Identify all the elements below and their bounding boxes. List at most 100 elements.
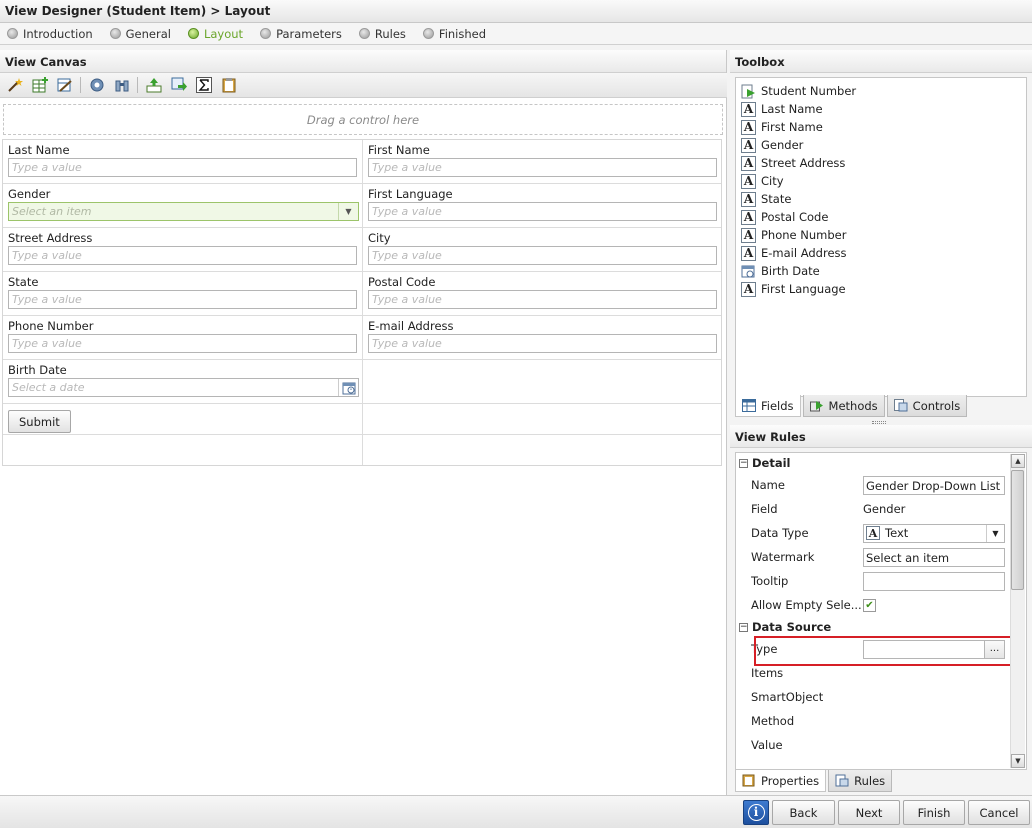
chevron-down-icon[interactable]: ▼ [338,203,358,220]
toolbox-item-first-language[interactable]: A First Language [736,280,1026,298]
settings-gear-icon[interactable] [87,76,106,95]
prop-row-value: Value [736,733,1026,757]
autonumber-icon [741,84,756,99]
info-icon: i [747,804,765,821]
table-cell[interactable] [362,404,721,434]
allow-empty-checkbox[interactable]: ✔ [863,598,876,612]
prop-row-name: Name Gender Drop-Down List [736,473,1026,497]
toolbox-item-label: First Name [761,120,823,134]
table-cell[interactable]: First Language Type a value [362,184,721,227]
table-cell[interactable]: City Type a value [362,228,721,271]
property-grid-scrollbar[interactable]: ▲ ▼ [1010,454,1025,768]
methods-icon [809,401,823,412]
toolbox-item-last-name[interactable]: A Last Name [736,100,1026,118]
table-cell[interactable]: E-mail Address Type a value [362,316,721,359]
info-button[interactable]: i [743,800,769,825]
step-introduction[interactable]: Introduction [7,27,93,41]
birth-date-label: Birth Date [8,363,67,377]
toolbox-item-birth-date[interactable]: Birth Date [736,262,1026,280]
email-address-textbox[interactable]: Type a value [368,334,717,353]
scroll-down-icon[interactable]: ▼ [1011,754,1025,768]
table-cell[interactable]: Postal Code Type a value [362,272,721,315]
scrollbar-thumb[interactable] [1011,470,1024,590]
tab-rules[interactable]: Rules [828,770,893,792]
watermark-input[interactable]: Select an item [863,547,1005,567]
prop-row-watermark: Watermark Select an item [736,545,1026,569]
table-cell[interactable]: Phone Number Type a value [3,316,362,359]
property-grid: − Detail Name Gender Drop-Down List Fiel… [735,452,1027,770]
postal-code-textbox[interactable]: Type a value [368,290,717,309]
toolbox-item-student-number[interactable]: Student Number [736,82,1026,100]
table-cell[interactable]: State Type a value [3,272,362,315]
city-textbox[interactable]: Type a value [368,246,717,265]
table-cell[interactable] [362,435,721,465]
data-source-section-header[interactable]: − Data Source [736,617,1026,637]
move-up-icon[interactable] [144,76,163,95]
collapse-icon[interactable]: − [739,458,748,468]
table-cell[interactable]: Gender Select an item ▼ [3,184,362,227]
step-parameters[interactable]: Parameters [260,27,342,41]
tab-fields[interactable]: Fields [735,395,801,417]
tooltip-input[interactable] [863,571,1005,591]
toolbox-tabs: Fields Methods Controls [735,394,1027,417]
tab-methods[interactable]: Methods [802,395,885,417]
table-cell[interactable]: Birth Date Select a date [3,360,362,403]
state-textbox[interactable]: Type a value [8,290,357,309]
table-cell[interactable]: First Name Type a value [362,140,721,183]
sigma-icon[interactable] [194,76,213,95]
step-rules[interactable]: Rules [358,27,406,41]
table-cell[interactable] [3,435,362,465]
text-field-icon: A [741,119,756,135]
toolbox-item-street-address[interactable]: A Street Address [736,154,1026,172]
table-cell[interactable]: Last Name Type a value [3,140,362,183]
birth-date-picker[interactable]: Select a date [8,378,359,397]
cancel-button[interactable]: Cancel [968,800,1030,825]
toolbox-item-phone-number[interactable]: A Phone Number [736,226,1026,244]
data-type-dropdown[interactable]: A Text ▼ [863,523,1005,543]
clipboard-icon[interactable] [219,76,238,95]
finish-button[interactable]: Finish [903,800,965,825]
step-general[interactable]: General [109,27,171,41]
toolbox-item-gender[interactable]: A Gender [736,136,1026,154]
street-address-textbox[interactable]: Type a value [8,246,357,265]
binoculars-icon[interactable] [112,76,131,95]
scroll-up-icon[interactable]: ▲ [1011,454,1025,468]
tab-controls[interactable]: Controls [886,395,968,417]
first-language-textbox[interactable]: Type a value [368,202,717,221]
next-button[interactable]: Next [838,800,900,825]
edit-table-icon[interactable] [55,76,74,95]
step-finished[interactable]: Finished [422,27,486,41]
phone-number-textbox[interactable]: Type a value [8,334,357,353]
add-table-icon[interactable] [30,76,49,95]
postal-code-label: Postal Code [368,275,436,289]
last-name-textbox[interactable]: Type a value [8,158,357,177]
table-cell[interactable]: Submit [3,404,362,434]
toolbox-item-city[interactable]: A City [736,172,1026,190]
collapse-icon[interactable]: − [739,622,748,632]
table-row: Last Name Type a value First Name Type a… [3,140,721,184]
toolbox-item-postal-code[interactable]: A Postal Code [736,208,1026,226]
panel-splitter-grip[interactable] [872,421,886,424]
table-cell[interactable]: Street Address Type a value [3,228,362,271]
back-button[interactable]: Back [772,800,835,825]
detail-section-header[interactable]: − Detail [736,453,1026,473]
chevron-down-icon[interactable]: ▼ [986,524,1004,542]
wand-icon[interactable] [5,76,24,95]
toolbox-item-email-address[interactable]: A E-mail Address [736,244,1026,262]
toolbox-item-label: Last Name [761,102,823,116]
export-icon[interactable] [169,76,188,95]
drop-zone[interactable]: Drag a control here [3,104,723,135]
toolbox-item-first-name[interactable]: A First Name [736,118,1026,136]
name-input[interactable]: Gender Drop-Down List [863,475,1005,495]
section-title: Data Source [752,620,832,634]
gender-dropdown-placeholder: Select an item [12,205,92,218]
step-layout[interactable]: Layout [187,27,243,41]
table-cell[interactable] [362,360,721,403]
first-name-textbox[interactable]: Type a value [368,158,717,177]
tab-properties[interactable]: Properties [735,770,827,792]
prop-tooltip-label: Tooltip [751,574,789,588]
calendar-icon[interactable] [338,379,358,396]
gender-dropdown[interactable]: Select an item ▼ [8,202,359,221]
submit-button[interactable]: Submit [8,410,71,433]
toolbox-item-state[interactable]: A State [736,190,1026,208]
